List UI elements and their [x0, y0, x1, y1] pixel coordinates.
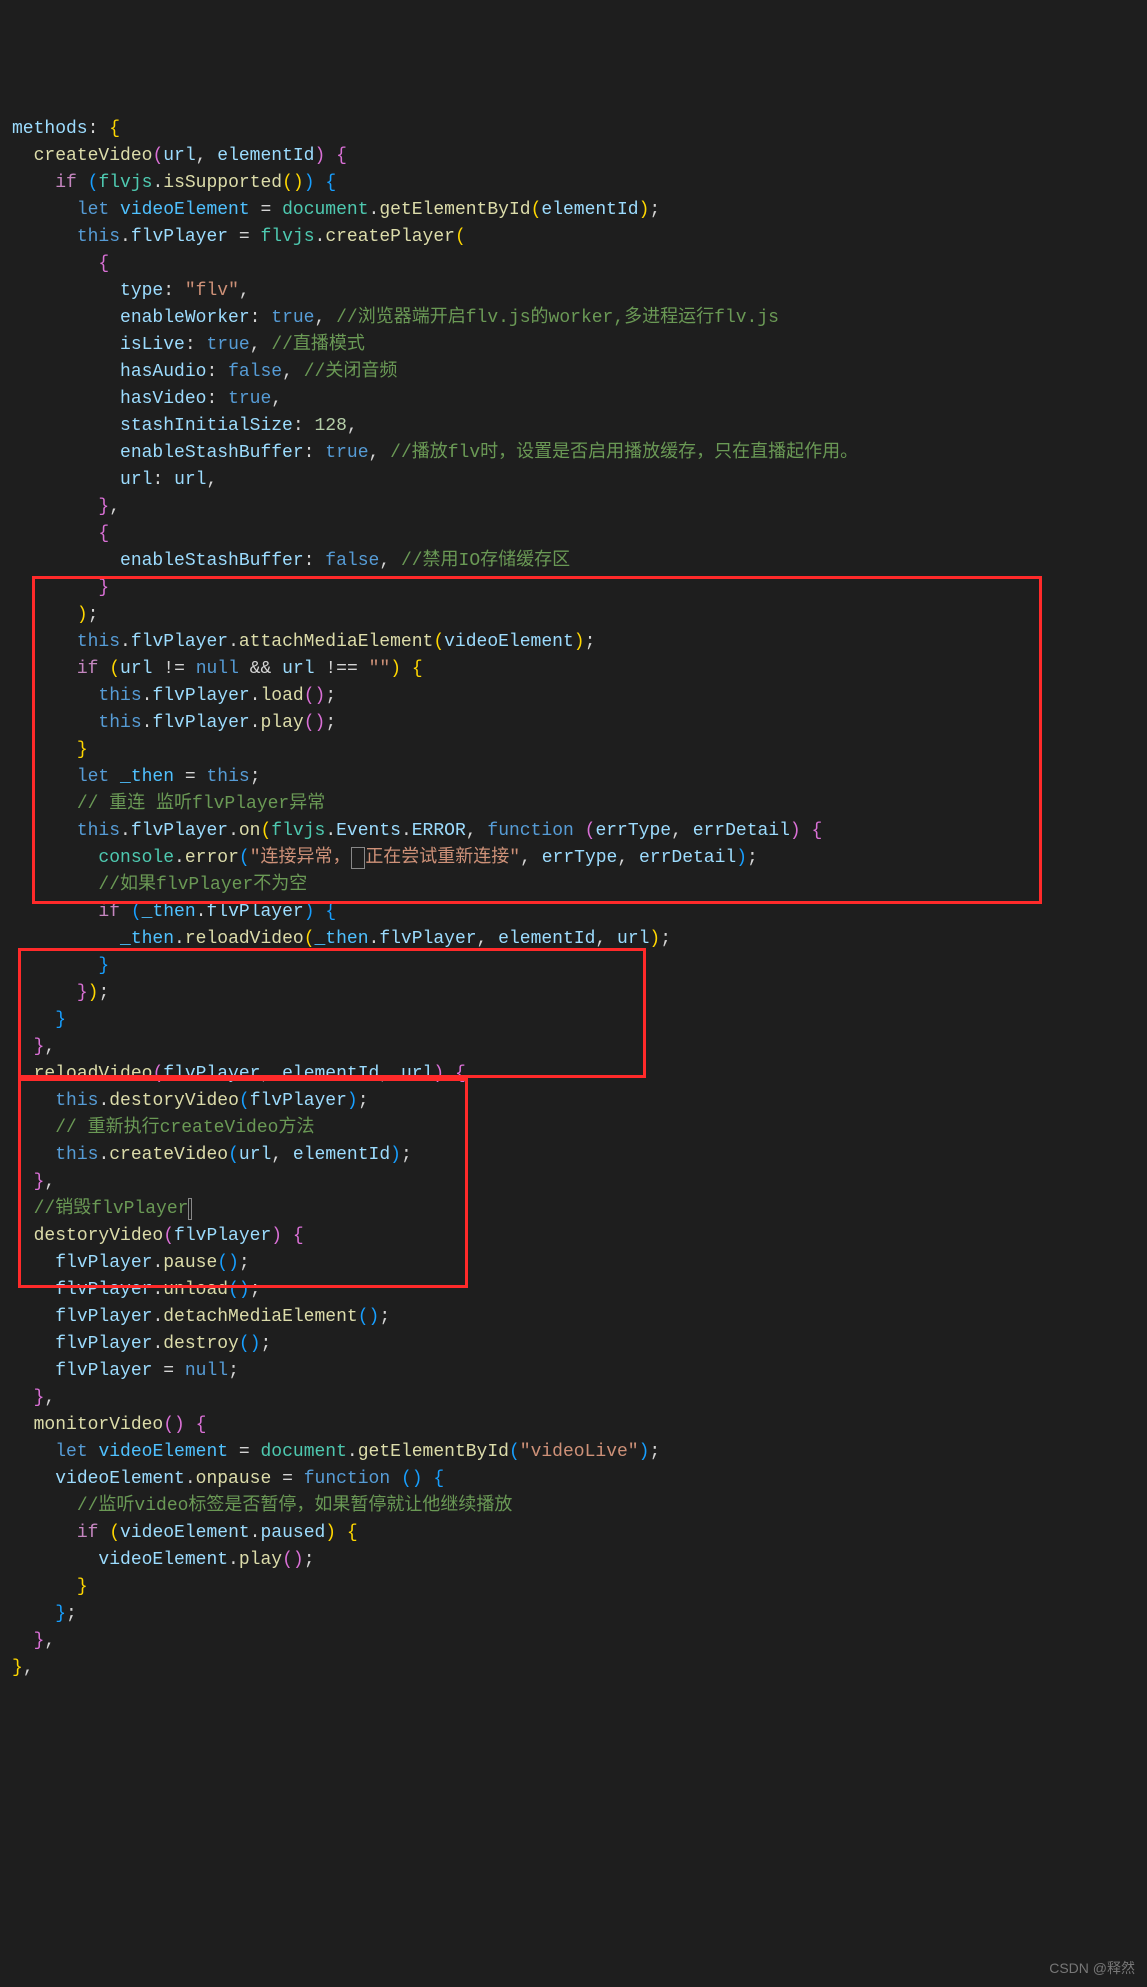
code-block: methods: { createVideo(url, elementId) {… — [12, 116, 1147, 1682]
text-cursor — [188, 1198, 192, 1220]
watermark: CSDN @释然 — [1049, 1958, 1135, 1979]
